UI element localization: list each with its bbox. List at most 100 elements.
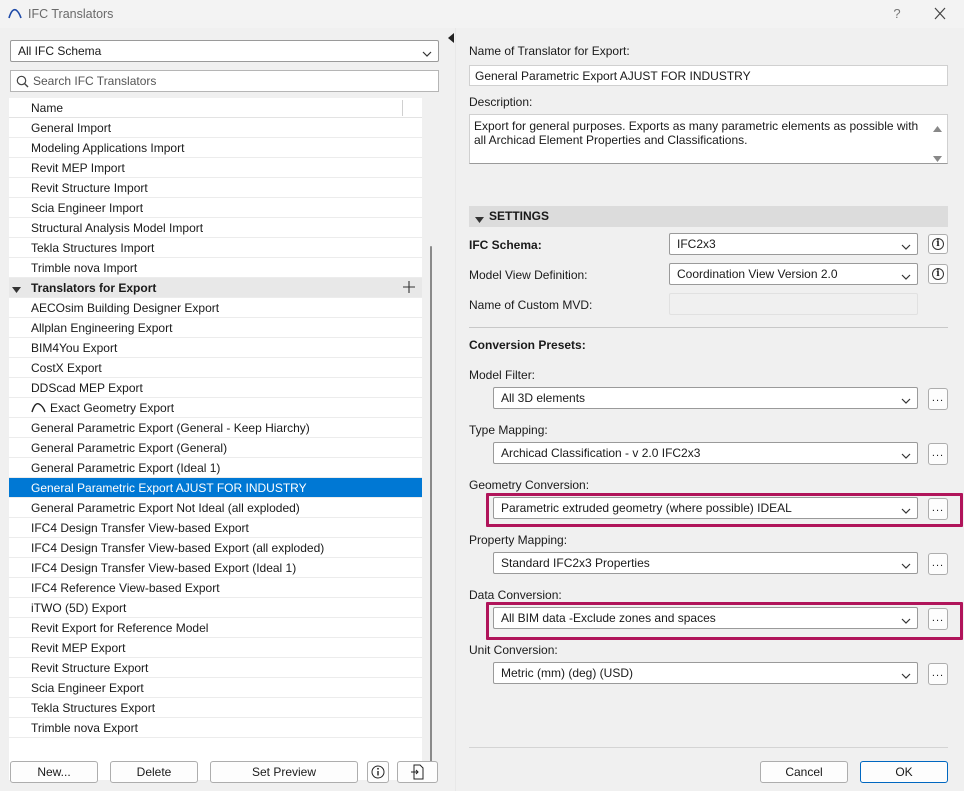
mvd-dropdown[interactable]: Coordination View Version 2.0 [669,263,918,285]
list-item[interactable]: IFC4 Reference View-based Export [9,578,422,598]
import-export-file-button[interactable] [397,761,438,783]
list-item[interactable]: Trimble nova Import [9,258,422,278]
list-scrollbar[interactable] [430,246,432,764]
list-item[interactable]: AECOsim Building Designer Export [9,298,422,318]
model-filter-value: All 3D elements [501,391,586,405]
chevron-down-icon [901,394,911,408]
chevron-down-icon [901,559,911,573]
help-button[interactable]: ? [888,4,906,24]
column-header-name[interactable]: Name [31,101,63,115]
export-group-header[interactable]: Translators for Export [9,278,422,298]
window-title: IFC Translators [28,7,114,21]
list-item-selected[interactable]: General Parametric Export AJUST FOR INDU… [9,478,422,498]
translator-list-pane: All IFC Schema Search IFC Translators Na… [0,28,450,791]
close-icon [934,7,946,20]
model-filter-dropdown[interactable]: All 3D elements [493,387,918,409]
chevron-down-icon [901,449,911,463]
property-mapping-dropdown[interactable]: Standard IFC2x3 Properties [493,552,918,574]
list-item[interactable]: Structural Analysis Model Import [9,218,422,238]
list-item[interactable]: DDScad MEP Export [9,378,422,398]
list-item[interactable]: Tekla Structures Export [9,698,422,718]
list-item[interactable]: iTWO (5D) Export [9,598,422,618]
ifc-schema-label: IFC Schema: [469,238,542,252]
translator-list[interactable]: Name General Import Modeling Application… [9,98,422,780]
list-item[interactable]: Revit MEP Import [9,158,422,178]
ifc-schema-dropdown[interactable]: IFC2x3 [669,233,918,255]
scroll-up-icon[interactable] [933,121,942,135]
list-item[interactable]: Revit Structure Export [9,658,422,678]
cancel-button[interactable]: Cancel [760,761,848,783]
schema-filter-dropdown[interactable]: All IFC Schema [10,40,439,62]
description-field[interactable]: Export for general purposes. Exports as … [469,114,948,164]
list-item[interactable]: General Parametric Export (Ideal 1) [9,458,422,478]
geometry-conversion-value: Parametric extruded geometry (where poss… [501,501,792,515]
unit-conversion-dropdown[interactable]: Metric (mm) (deg) (USD) [493,662,918,684]
list-item[interactable]: Exact Geometry Export [9,398,422,418]
list-item[interactable]: Revit MEP Export [9,638,422,658]
add-translator-plus-icon[interactable] [402,280,416,294]
type-mapping-value: Archicad Classification - v 2.0 IFC2x3 [501,446,701,460]
pane-splitter[interactable] [455,28,456,791]
list-item[interactable]: BIM4You Export [9,338,422,358]
list-item[interactable]: General Import [9,118,422,138]
conversion-presets-label: Conversion Presets: [469,338,586,352]
mvd-value: Coordination View Version 2.0 [677,267,838,281]
list-item[interactable]: IFC4 Design Transfer View-based Export (… [9,538,422,558]
chevron-down-icon [901,270,911,284]
delete-button[interactable]: Delete [110,761,198,783]
search-icon [16,75,29,91]
model-filter-label: Model Filter: [469,368,536,382]
data-conversion-label: Data Conversion: [469,588,562,602]
divider [469,327,948,328]
property-mapping-more-button[interactable]: ... [928,553,948,575]
list-item[interactable]: Allplan Engineering Export [9,318,422,338]
list-item[interactable]: Scia Engineer Import [9,198,422,218]
column-divider[interactable] [402,100,403,116]
ifc-schema-info-button[interactable]: i [928,234,948,254]
data-conversion-more-button[interactable]: ... [928,608,948,630]
collapse-triangle-icon[interactable] [12,283,21,297]
translator-name-label: Name of Translator for Export: [469,44,630,58]
model-filter-more-button[interactable]: ... [928,388,948,410]
list-item[interactable]: Revit Structure Import [9,178,422,198]
translator-name-field[interactable]: General Parametric Export AJUST FOR INDU… [469,65,948,86]
search-placeholder: Search IFC Translators [33,74,157,88]
list-item[interactable]: IFC4 Design Transfer View-based Export (… [9,558,422,578]
new-button[interactable]: New... [10,761,98,783]
list-header: Name [9,98,422,118]
data-conversion-dropdown[interactable]: All BIM data -Exclude zones and spaces [493,607,918,629]
mvd-info-button[interactable]: i [928,264,948,284]
search-input[interactable]: Search IFC Translators [10,70,439,92]
list-item[interactable]: General Parametric Export (General - Kee… [9,418,422,438]
set-preview-button[interactable]: Set Preview [210,761,358,783]
custom-mvd-field [669,293,918,315]
type-mapping-dropdown[interactable]: Archicad Classification - v 2.0 IFC2x3 [493,442,918,464]
description-text: Export for general purposes. Exports as … [474,119,919,147]
ok-button[interactable]: OK [860,761,948,783]
geometry-conversion-more-button[interactable]: ... [928,498,948,520]
archicad-logo-icon [8,7,22,22]
chevron-down-icon [901,240,911,254]
scroll-down-icon[interactable] [933,151,942,165]
type-mapping-more-button[interactable]: ... [928,443,948,465]
unit-conversion-more-button[interactable]: ... [928,663,948,685]
geometry-conversion-dropdown[interactable]: Parametric extruded geometry (where poss… [493,497,918,519]
list-item[interactable]: CostX Export [9,358,422,378]
list-item[interactable]: Scia Engineer Export [9,678,422,698]
list-item[interactable]: Modeling Applications Import [9,138,422,158]
close-window-button[interactable] [930,5,950,23]
list-item[interactable]: Tekla Structures Import [9,238,422,258]
chevron-down-icon [901,669,911,683]
list-item[interactable]: General Parametric Export (General) [9,438,422,458]
archicad-logo-icon [31,402,46,416]
info-button[interactable] [367,761,389,783]
list-item[interactable]: Revit Export for Reference Model [9,618,422,638]
list-item[interactable]: General Parametric Export Not Ideal (all… [9,498,422,518]
title-bar: IFC Translators ? [0,0,964,28]
property-mapping-label: Property Mapping: [469,533,568,547]
list-item[interactable]: Trimble nova Export [9,718,422,738]
unit-conversion-value: Metric (mm) (deg) (USD) [501,666,633,680]
settings-section-header[interactable]: SETTINGS [469,206,948,227]
chevron-down-icon [901,614,911,628]
list-item[interactable]: IFC4 Design Transfer View-based Export [9,518,422,538]
